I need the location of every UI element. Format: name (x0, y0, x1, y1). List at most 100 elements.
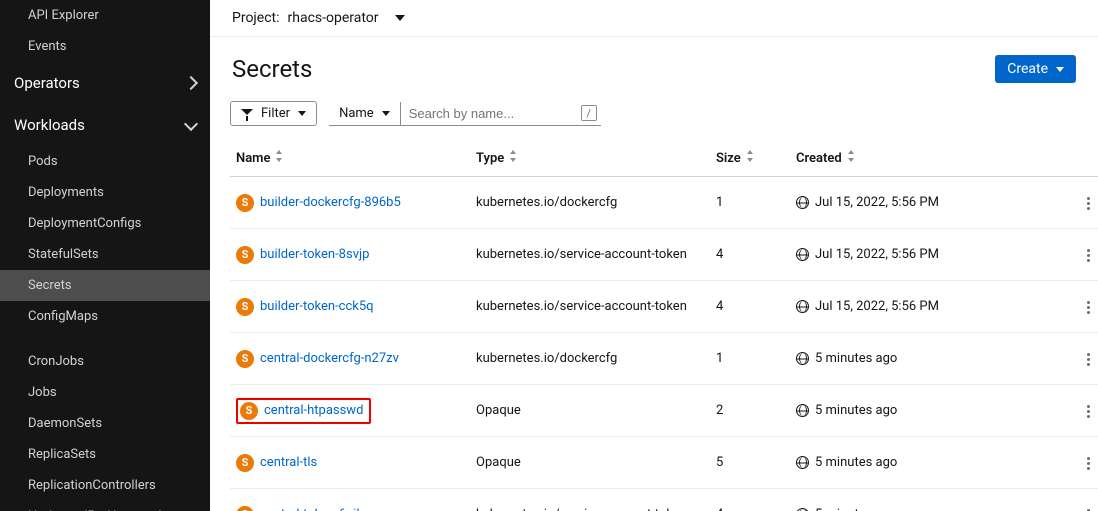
kebab-menu-icon[interactable] (1081, 347, 1096, 372)
resource-badge-icon: S (236, 298, 254, 316)
col-created[interactable]: Created (790, 140, 1068, 177)
secret-size: 4 (710, 281, 790, 333)
toolbar: Filter Name / (210, 95, 1098, 140)
chevron-right-icon (184, 76, 198, 90)
secret-created: 5 minutes ago (790, 437, 1068, 489)
table-row: Scentral-tls Opaque55 minutes ago (230, 437, 1098, 489)
sidebar-item-configmaps[interactable]: ConfigMaps (0, 301, 210, 332)
secret-link[interactable]: central-htpasswd (264, 403, 363, 418)
secret-type: kubernetes.io/service-account-token (470, 489, 710, 511)
secret-link[interactable]: central-dockercfg-n27zv (260, 351, 399, 366)
table-row: Scentral-htpasswdOpaque25 minutes ago (230, 385, 1098, 437)
sort-icon (848, 150, 856, 162)
kebab-menu-icon[interactable] (1081, 295, 1096, 320)
sidebar-item-cronjobs[interactable]: CronJobs (0, 346, 210, 377)
secret-created: Jul 15, 2022, 5:56 PM (790, 229, 1068, 281)
resource-badge-icon: S (236, 454, 254, 472)
secret-created: 5 minutes ago (790, 333, 1068, 385)
secret-type: kubernetes.io/dockercfg (470, 333, 710, 385)
kebab-menu-icon[interactable] (1081, 451, 1096, 476)
col-name[interactable]: Name (230, 140, 470, 177)
secret-link[interactable]: builder-token-8svjp (260, 247, 369, 262)
create-button-label: Create (1007, 61, 1048, 77)
table-row: Sbuilder-token-cck5q kubernetes.io/servic… (230, 281, 1098, 333)
secret-created: 5 minutes ago (790, 385, 1068, 437)
table-row: Sbuilder-dockercfg-896b5 kubernetes.io/do… (230, 177, 1098, 229)
secret-type: kubernetes.io/service-account-token (470, 281, 710, 333)
sidebar-item-replicasets[interactable]: ReplicaSets (0, 439, 210, 470)
secret-type: Opaque (470, 437, 710, 489)
secret-created: Jul 15, 2022, 5:56 PM (790, 281, 1068, 333)
secret-link[interactable]: builder-dockercfg-896b5 (260, 195, 401, 210)
secret-link[interactable]: central-token-6pjkc (260, 507, 370, 511)
sidebar-item-jobs[interactable]: Jobs (0, 377, 210, 408)
secret-size: 5 (710, 437, 790, 489)
col-size[interactable]: Size (710, 140, 790, 177)
globe-icon (796, 248, 809, 261)
chevron-down-icon (382, 111, 390, 116)
sidebar-item-deploymentconfigs[interactable]: DeploymentConfigs (0, 208, 210, 239)
chevron-down-icon[interactable] (395, 15, 405, 21)
resource-badge-icon: S (236, 506, 254, 511)
sort-icon (276, 150, 284, 162)
table-row: Scentral-token-6pjkc kubernetes.io/servic… (230, 489, 1098, 511)
sort-icon (747, 150, 755, 162)
secrets-table: Name Type Size Created Sbuilder-dockercf… (230, 140, 1098, 511)
sidebar-item-horizontalpodautoscalers[interactable]: HorizontalPodAutoscalers (0, 501, 210, 511)
sidebar-item-replicationcontrollers[interactable]: ReplicationControllers (0, 470, 210, 501)
resource-badge-icon: S (236, 246, 254, 264)
resource-badge-icon: S (236, 194, 254, 212)
filter-label: Filter (261, 106, 290, 121)
sidebar-section-workloads[interactable]: Workloads (0, 104, 210, 146)
slash-key-hint: / (581, 105, 597, 121)
project-bar: Project: rhacs-operator (210, 0, 1098, 37)
secret-size: 1 (710, 177, 790, 229)
chevron-down-icon (1056, 67, 1064, 72)
name-label: Name (339, 106, 374, 121)
page-title: Secrets (232, 55, 312, 83)
secret-size: 4 (710, 489, 790, 511)
name-dropdown[interactable]: Name (329, 102, 401, 125)
chevron-down-icon (184, 116, 198, 130)
secret-link[interactable]: builder-token-cck5q (260, 299, 374, 314)
table-row: Sbuilder-token-8svjp kubernetes.io/servic… (230, 229, 1098, 281)
col-type[interactable]: Type (470, 140, 710, 177)
globe-icon (796, 196, 809, 209)
sidebar-item-deployments[interactable]: Deployments (0, 177, 210, 208)
kebab-menu-icon[interactable] (1081, 503, 1096, 511)
sidebar-item-secrets[interactable]: Secrets (0, 270, 210, 301)
secret-type: kubernetes.io/dockercfg (470, 177, 710, 229)
kebab-menu-icon[interactable] (1081, 243, 1096, 268)
secret-size: 1 (710, 333, 790, 385)
project-name[interactable]: rhacs-operator (288, 10, 379, 26)
globe-icon (796, 300, 809, 313)
resource-badge-icon: S (236, 350, 254, 368)
sidebar-section-label: Operators (14, 74, 80, 92)
sidebar-item-statefulsets[interactable]: StatefulSets (0, 239, 210, 270)
sidebar-item-pods[interactable]: Pods (0, 146, 210, 177)
create-button[interactable]: Create (995, 55, 1076, 83)
sidebar-item[interactable]: Events (0, 31, 210, 62)
secret-size: 2 (710, 385, 790, 437)
filter-dropdown[interactable]: Filter (230, 101, 317, 126)
globe-icon (796, 352, 809, 365)
sidebar-item[interactable]: API Explorer (0, 0, 210, 31)
table-row: Scentral-dockercfg-n27zv kubernetes.io/do… (230, 333, 1098, 385)
secret-size: 4 (710, 229, 790, 281)
globe-icon (796, 456, 809, 469)
project-label: Project: (232, 10, 280, 26)
sidebar: API ExplorerEvents Operators Workloads P… (0, 0, 210, 511)
sidebar-section-label: Workloads (14, 116, 85, 134)
main-content: Project: rhacs-operator Secrets Create F… (210, 0, 1098, 511)
sidebar-item-daemonsets[interactable]: DaemonSets (0, 408, 210, 439)
kebab-menu-icon[interactable] (1081, 191, 1096, 216)
search-input[interactable] (401, 102, 581, 125)
sidebar-section-operators[interactable]: Operators (0, 62, 210, 104)
secret-link[interactable]: central-tls (260, 455, 317, 470)
funnel-icon (241, 109, 253, 119)
secret-created: Jul 15, 2022, 5:56 PM (790, 177, 1068, 229)
kebab-menu-icon[interactable] (1081, 399, 1096, 424)
secret-created: 5 minutes ago (790, 489, 1068, 511)
chevron-down-icon (298, 111, 306, 116)
secret-type: kubernetes.io/service-account-token (470, 229, 710, 281)
